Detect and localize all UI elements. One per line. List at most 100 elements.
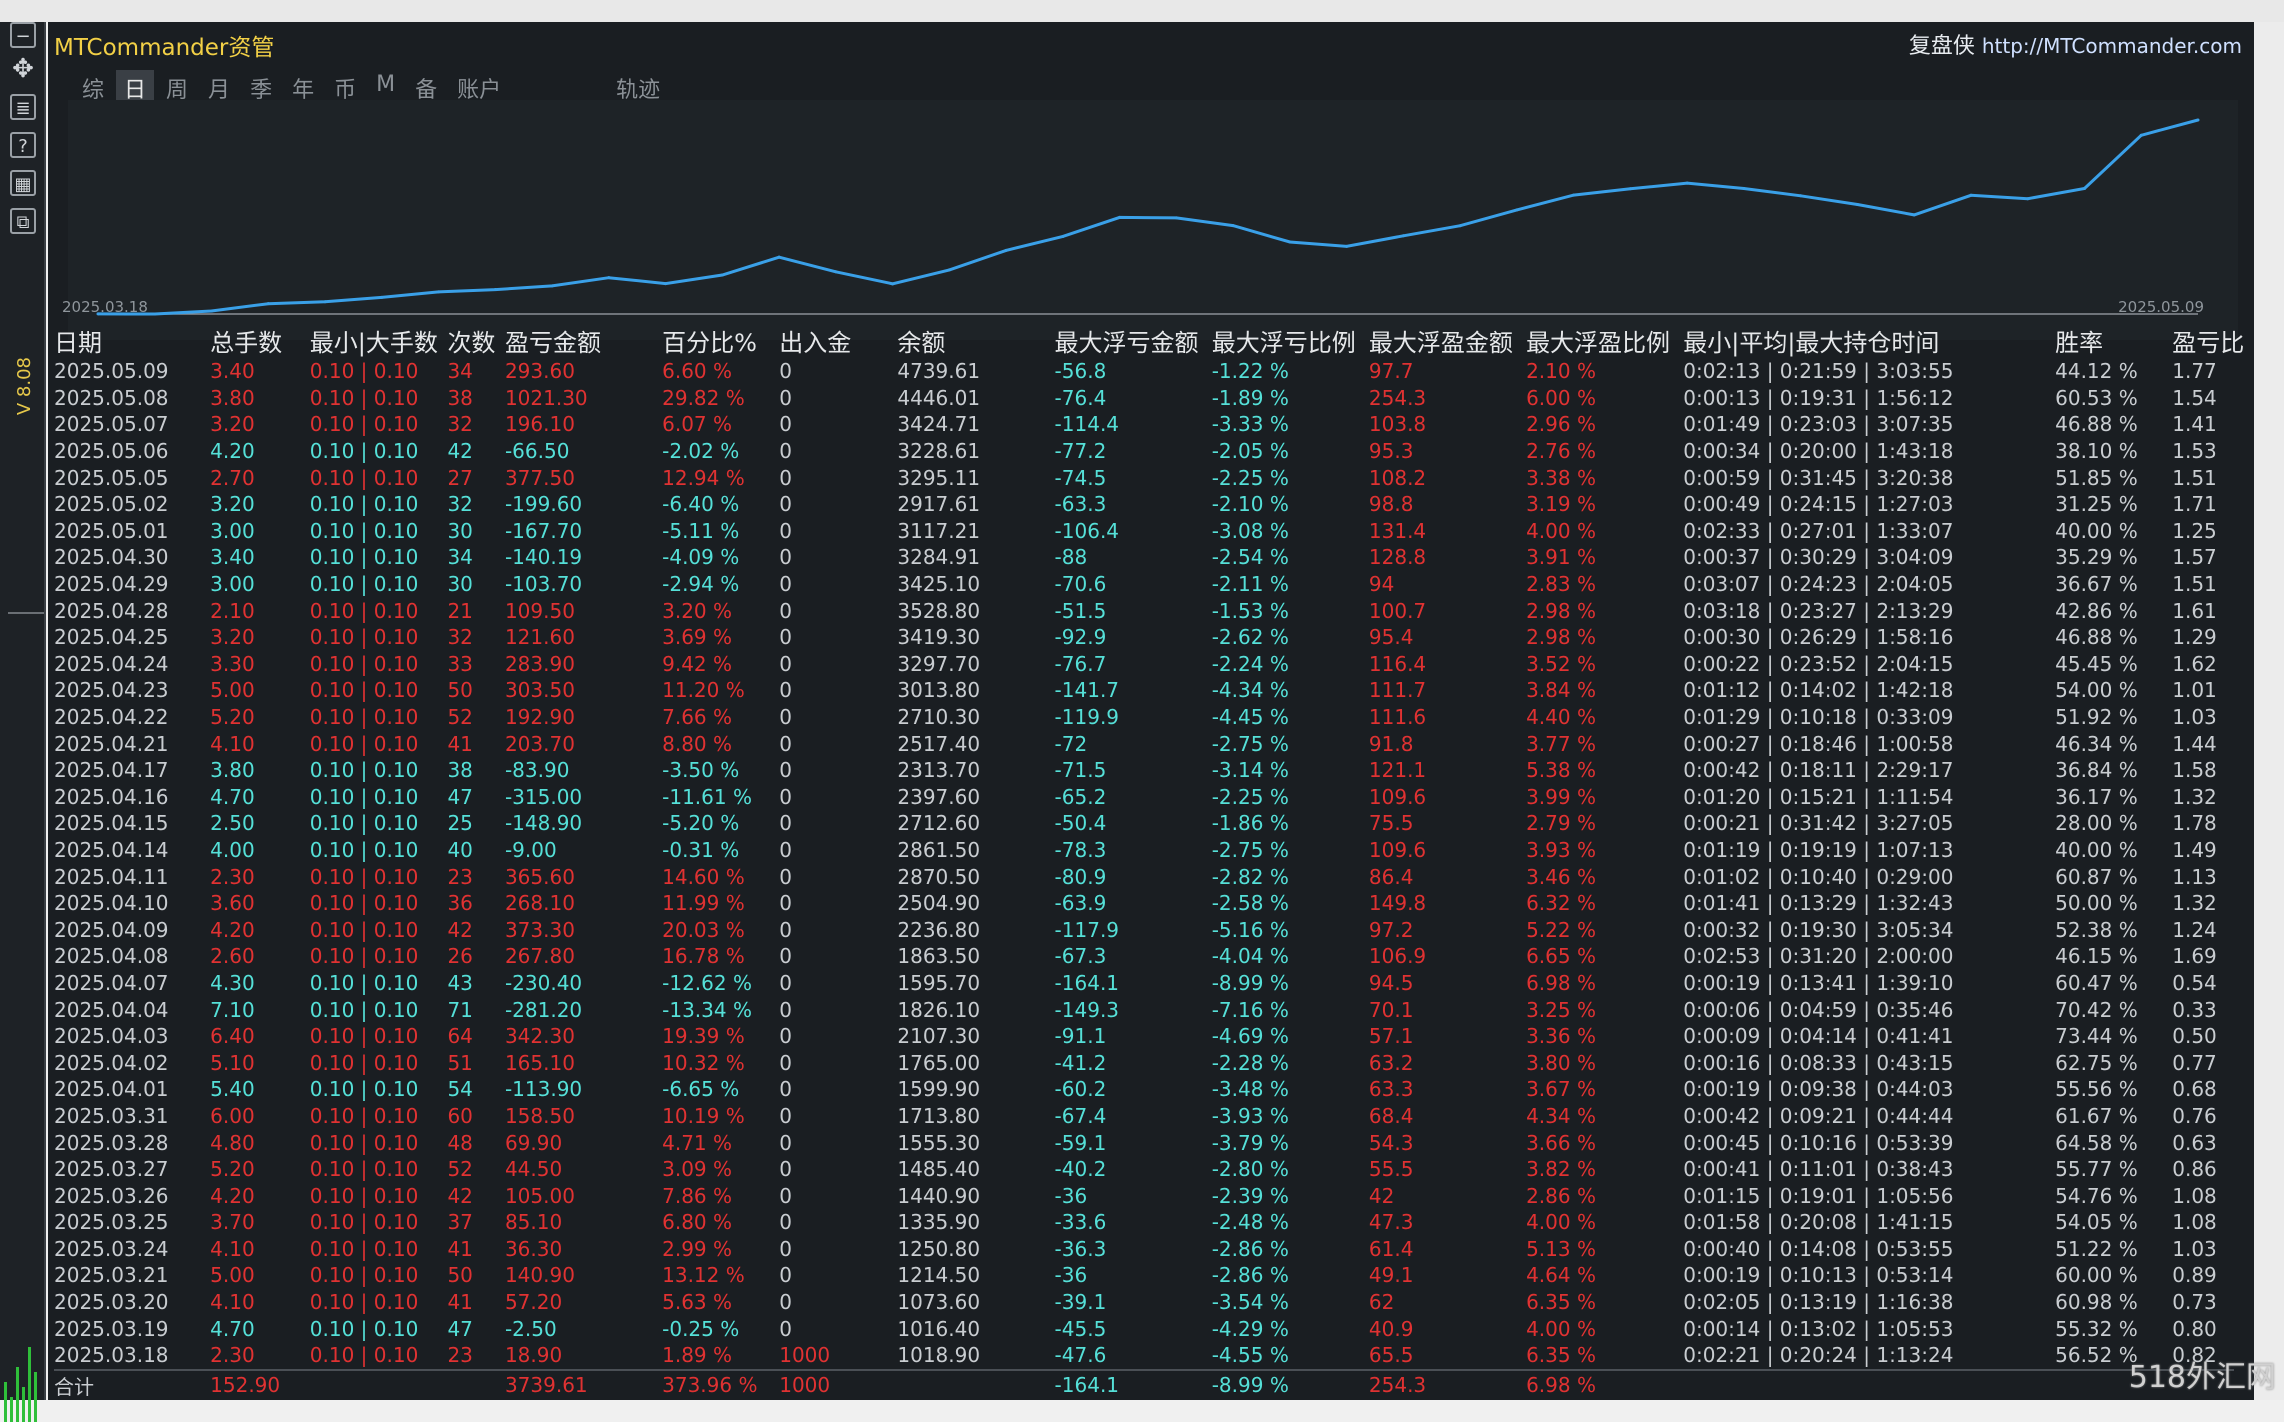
table-row[interactable]: 2025.04.25 3.20 0.10 | 0.10 32 121.60 3.69 % 0… — [54, 624, 2234, 651]
table-row[interactable]: 2025.05.01 3.00 0.10 | 0.10 30 -167.70 -5.11 … — [54, 518, 2234, 545]
table-row[interactable]: 2025.05.06 4.20 0.10 | 0.10 42 -66.50 -2.02 %… — [54, 438, 2234, 465]
table-cell: 0.63 — [2172, 1130, 2217, 1155]
table-cell: 2025.05.05 — [54, 465, 169, 490]
table-cell: 0 — [779, 705, 792, 730]
tab-4[interactable]: 季 — [242, 70, 280, 103]
table-cell: 1.08 — [2172, 1183, 2217, 1208]
minimize-icon[interactable]: − — [10, 22, 36, 48]
table-cell: 1.69 — [2172, 944, 2217, 969]
column-header[interactable]: 最大浮盈比例 — [1526, 323, 1683, 358]
table-row[interactable]: 2025.04.03 6.40 0.10 | 0.10 64 342.30 19.39 %… — [54, 1023, 2234, 1050]
table-cell: 46.88 % — [2055, 625, 2138, 650]
column-header[interactable]: 最大浮亏比例 — [1212, 323, 1369, 358]
table-row[interactable]: 2025.05.07 3.20 0.10 | 0.10 32 196.10 6.07 % 0… — [54, 411, 2234, 438]
help-icon[interactable]: ? — [10, 132, 36, 158]
table-row[interactable]: 2025.04.14 4.00 0.10 | 0.10 40 -9.00 -0.31 % 0… — [54, 837, 2234, 864]
table-cell: 4.20 — [210, 917, 255, 942]
table-cell: -39.1 — [1054, 1290, 1107, 1315]
table-cell: 3.84 % — [1526, 678, 1596, 703]
table-cell: 2.30 — [210, 864, 255, 889]
table-row[interactable]: 2025.04.30 3.40 0.10 | 0.10 34 -140.19 -4.09 … — [54, 544, 2234, 571]
table-cell: -2.58 % — [1211, 891, 1289, 916]
column-header[interactable]: 最大浮盈金额 — [1369, 323, 1526, 358]
table-row[interactable]: 2025.03.18 2.30 0.10 | 0.10 23 18.90 1.89 % 10… — [54, 1342, 2234, 1370]
equity-point-24 — [1458, 224, 1462, 228]
table-cell: -2.11 % — [1211, 572, 1289, 597]
table-row[interactable]: 2025.04.22 5.20 0.10 | 0.10 52 192.90 7.66 % 0… — [54, 704, 2234, 731]
table-cell: 2.60 — [210, 944, 255, 969]
column-header[interactable]: 次数 — [447, 323, 505, 358]
move-icon[interactable]: ✥ — [10, 56, 36, 82]
column-header[interactable]: 盈亏金额 — [505, 323, 662, 358]
table-row[interactable]: 2025.04.29 3.00 0.10 | 0.10 30 -103.70 -2.94 … — [54, 571, 2234, 598]
column-header[interactable]: 最小|平均|最大持仓时间 — [1683, 323, 2055, 358]
table-row[interactable]: 2025.04.28 2.10 0.10 | 0.10 21 109.50 3.20 % 0… — [54, 597, 2234, 624]
table-cell: 0 — [779, 651, 792, 676]
column-header[interactable]: 出入金 — [779, 323, 897, 358]
column-header[interactable]: 胜率 — [2055, 323, 2172, 358]
list-icon[interactable]: ≣ — [10, 94, 36, 120]
table-cell: 0:00:40 | 0:14:08 | 0:53:55 — [1683, 1236, 1954, 1261]
column-header[interactable]: 总手数 — [210, 323, 310, 358]
table-row[interactable]: 2025.04.04 7.10 0.10 | 0.10 71 -281.20 -13.34… — [54, 996, 2234, 1023]
brand-site-link[interactable]: http://MTCommander.com — [1982, 34, 2242, 58]
table-row[interactable]: 2025.04.17 3.80 0.10 | 0.10 38 -83.90 -3.50 %… — [54, 757, 2234, 784]
table-row[interactable]: 2025.03.26 4.20 0.10 | 0.10 42 105.00 7.86 % 0… — [54, 1182, 2234, 1209]
table-cell: -63.9 — [1054, 891, 1107, 916]
table-row[interactable]: 2025.04.09 4.20 0.10 | 0.10 42 373.30 20.03 %… — [54, 916, 2234, 943]
table-row[interactable]: 2025.04.23 5.00 0.10 | 0.10 50 303.50 11.20 %… — [54, 677, 2234, 704]
table-row[interactable]: 2025.03.24 4.10 0.10 | 0.10 41 36.30 2.99 % 0 1… — [54, 1236, 2234, 1263]
table-row[interactable]: 2025.03.25 3.70 0.10 | 0.10 37 85.10 6.80 % 0 1… — [54, 1209, 2234, 1236]
tab-3[interactable]: 月 — [200, 70, 238, 103]
table-row[interactable]: 2025.05.08 3.80 0.10 | 0.10 38 1021.30 29.82 … — [54, 385, 2234, 412]
table-row[interactable]: 2025.04.10 3.60 0.10 | 0.10 36 268.10 11.99 %… — [54, 890, 2234, 917]
table-cell: 6.00 — [210, 1103, 255, 1128]
table-cell: 0.10 | 0.10 — [309, 731, 419, 756]
table-row[interactable]: 2025.04.15 2.50 0.10 | 0.10 25 -148.90 -5.20 … — [54, 810, 2234, 837]
table-row[interactable]: 2025.04.01 5.40 0.10 | 0.10 54 -113.90 -6.65 … — [54, 1076, 2234, 1103]
tab-8[interactable]: 备 — [407, 70, 445, 103]
grid-icon[interactable]: ▦ — [10, 170, 36, 196]
table-cell: 0 — [779, 1183, 792, 1208]
table-cell: 111.6 — [1368, 705, 1427, 730]
tab-9[interactable]: 账户 — [449, 70, 509, 103]
table-cell: 1.13 — [2172, 864, 2217, 889]
table-cell: 0.89 — [2172, 1263, 2217, 1288]
tab-1[interactable]: 日 — [116, 70, 155, 103]
tab-6[interactable]: 币 — [326, 70, 364, 103]
table-row[interactable]: 2025.03.20 4.10 0.10 | 0.10 41 57.20 5.63 % 0 1… — [54, 1289, 2234, 1316]
column-header[interactable]: 盈亏比 — [2172, 323, 2244, 358]
table-cell: 121.60 — [504, 625, 575, 650]
table-cell: 2712.60 — [897, 811, 981, 836]
table-row[interactable]: 2025.04.08 2.60 0.10 | 0.10 26 267.80 16.78 %… — [54, 943, 2234, 970]
table-row[interactable]: 2025.04.11 2.30 0.10 | 0.10 23 365.60 14.60 %… — [54, 863, 2234, 890]
column-header[interactable]: 最小|大手数 — [310, 323, 448, 358]
table-cell: 0 — [779, 412, 792, 437]
tab-5[interactable]: 年 — [284, 70, 322, 103]
table-row[interactable]: 2025.04.21 4.10 0.10 | 0.10 41 203.70 8.80 % 0… — [54, 730, 2234, 757]
table-row[interactable]: 2025.04.07 4.30 0.10 | 0.10 43 -230.40 -12.62… — [54, 970, 2234, 997]
table-row[interactable]: 2025.04.02 5.10 0.10 | 0.10 51 165.10 10.32 %… — [54, 1049, 2234, 1076]
table-cell: 55.77 % — [2055, 1157, 2138, 1182]
column-header[interactable]: 日期 — [54, 323, 210, 358]
tab-0[interactable]: 综 — [74, 70, 112, 103]
tab-2[interactable]: 周 — [158, 70, 196, 103]
table-row[interactable]: 2025.03.28 4.80 0.10 | 0.10 48 69.90 4.71 % 0 1… — [54, 1129, 2234, 1156]
column-header[interactable]: 最大浮亏金额 — [1055, 323, 1212, 358]
table-row[interactable]: 2025.03.21 5.00 0.10 | 0.10 50 140.90 13.12 %… — [54, 1262, 2234, 1289]
tab-10[interactable]: 轨迹 — [608, 70, 668, 103]
table-row[interactable]: 2025.03.31 6.00 0.10 | 0.10 60 158.50 10.19 %… — [54, 1103, 2234, 1130]
table-row[interactable]: 2025.05.09 3.40 0.10 | 0.10 34 293.60 6.60 % 0… — [54, 358, 2234, 385]
column-header[interactable]: 百分比% — [662, 323, 779, 358]
tab-7[interactable]: M — [368, 70, 403, 100]
column-header[interactable]: 余额 — [897, 323, 1054, 358]
table-cell: 5.20 — [210, 1157, 255, 1182]
table-row[interactable]: 2025.04.16 4.70 0.10 | 0.10 47 -315.00 -11.61… — [54, 784, 2234, 811]
table-row[interactable]: 2025.04.24 3.30 0.10 | 0.10 33 283.90 9.42 % 0… — [54, 651, 2234, 678]
table-row[interactable]: 2025.05.02 3.20 0.10 | 0.10 32 -199.60 -6.40 … — [54, 491, 2234, 518]
table-row[interactable]: 2025.03.19 4.70 0.10 | 0.10 47 -2.50 -0.25 % 0… — [54, 1315, 2234, 1342]
equity-point-1 — [153, 312, 157, 316]
table-row[interactable]: 2025.05.05 2.70 0.10 | 0.10 27 377.50 12.94 %… — [54, 464, 2234, 491]
table-row[interactable]: 2025.03.27 5.20 0.10 | 0.10 52 44.50 3.09 % 0 1… — [54, 1156, 2234, 1183]
window-icon[interactable]: ⧉ — [10, 208, 36, 234]
